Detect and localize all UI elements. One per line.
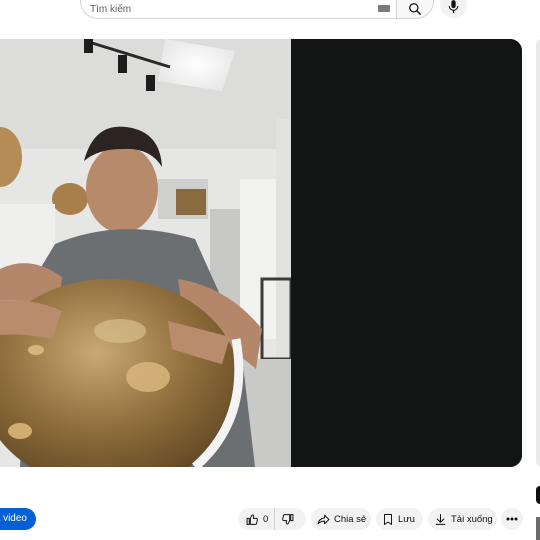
share-label: Chia sẻ [334,513,367,525]
download-label: Tải xuống [451,513,493,525]
more-horizontal-icon [506,517,518,521]
sidebar-thumbnail-edge[interactable] [536,39,540,467]
save-label: Lưu [398,513,415,525]
subscribe-label: a video [0,513,27,524]
subscribe-button[interactable]: a video [0,508,36,530]
like-dislike-group[interactable]: 0 [238,508,306,530]
video-player[interactable] [0,39,522,467]
share-arrow-icon [317,514,330,524]
search-box[interactable] [80,0,396,19]
download-icon [435,513,446,525]
bookmark-icon [384,513,392,525]
video-frame[interactable] [0,39,291,467]
share-button[interactable]: Chia sẻ [311,508,371,530]
search-input[interactable] [90,2,370,16]
sidebar-item-edge[interactable] [536,486,540,504]
like-count: 0 [263,513,269,525]
video-frame-image [0,39,291,467]
thumbs-up-icon [246,514,258,525]
more-actions-button[interactable] [501,508,523,530]
like-button[interactable]: 0 [238,508,276,530]
save-button[interactable]: Lưu [376,508,423,530]
search-icon [409,2,421,15]
microphone-icon [448,0,459,13]
thumbs-down-icon [282,513,294,524]
keyboard-icon[interactable] [378,5,390,12]
dislike-button[interactable] [275,508,300,530]
sidebar-bottom-edge [536,517,540,540]
download-button[interactable]: Tải xuống [428,508,497,530]
voice-search-button[interactable] [440,0,467,18]
video-letterbox [291,39,522,467]
search-button[interactable] [396,0,434,19]
